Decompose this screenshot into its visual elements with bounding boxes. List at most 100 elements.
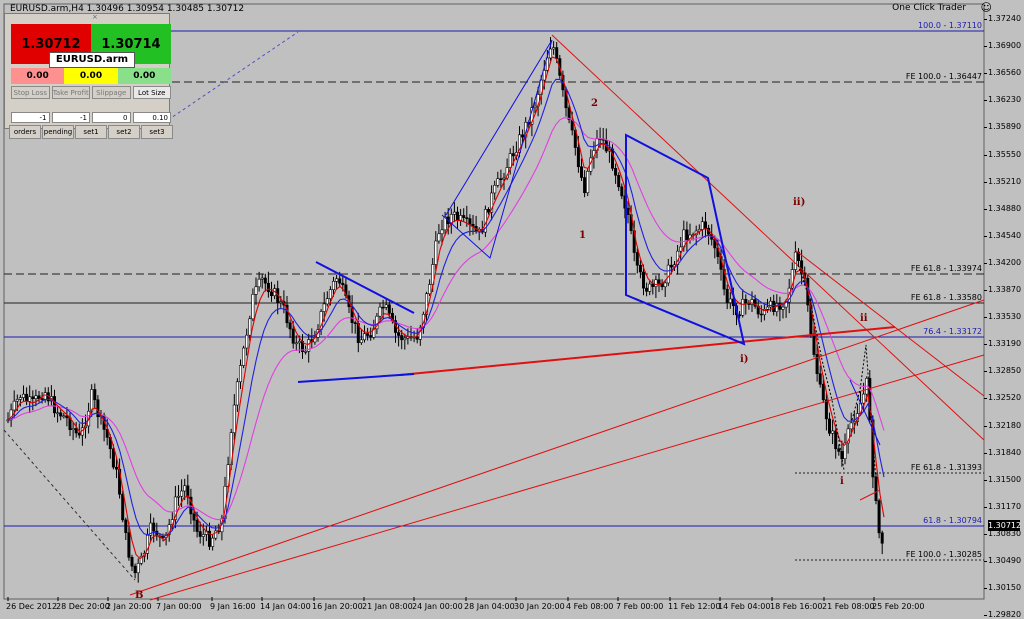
candle-body xyxy=(304,351,308,353)
time-tick-label: 28 Dec 20:00 xyxy=(56,602,110,611)
candle-body xyxy=(703,221,707,229)
candle-body xyxy=(579,166,583,178)
candle-body xyxy=(700,221,704,230)
candle-body xyxy=(353,322,357,324)
candle-body xyxy=(266,282,270,293)
slippage-button[interactable]: Slippage xyxy=(92,86,131,99)
candle-body xyxy=(359,339,363,343)
candle-body xyxy=(322,303,326,312)
candle-body xyxy=(793,251,797,270)
price-tick-label: 1.30150 xyxy=(983,583,1022,593)
symbol-lot-display: EURUSD.arm 0.2 xyxy=(49,52,135,79)
candle-body xyxy=(74,428,78,434)
candle-body xyxy=(136,563,140,574)
tab-pending[interactable]: pending xyxy=(42,125,74,139)
level-label: 100.0 - 1.37110 xyxy=(918,21,982,30)
price-tick-label: 1.35550 xyxy=(983,149,1022,159)
profit-total-value: 0.00 xyxy=(64,68,118,84)
take-profit-button[interactable]: Take Profit xyxy=(51,86,90,99)
candle-body xyxy=(198,531,202,537)
candle-body xyxy=(269,291,273,297)
current-price-tag: 1.30712 xyxy=(988,520,1022,531)
level-label: FE 61.8 - 1.33580 xyxy=(910,293,982,302)
candle-body xyxy=(617,174,621,188)
price-tick-label: 1.37240 xyxy=(983,14,1022,23)
candle-body xyxy=(245,334,249,349)
time-axis[interactable]: 26 Dec 2012 28 Dec 20:00 2 Jan 20:00 7 Jan … xyxy=(0,599,1024,616)
time-tick-label: 24 Jan 00:00 xyxy=(412,602,463,611)
tab-set3[interactable]: set3 xyxy=(141,125,173,139)
candle-body xyxy=(152,522,156,532)
candle-body xyxy=(462,215,466,218)
price-tick-label: 1.32520 xyxy=(983,393,1022,403)
candle-body xyxy=(71,428,75,431)
candle-body xyxy=(133,565,137,574)
candle-body xyxy=(180,490,184,497)
price-tick-label: 1.32850 xyxy=(983,366,1022,376)
candle-body xyxy=(15,399,19,402)
candle-body xyxy=(834,430,838,450)
slippage-input[interactable] xyxy=(92,112,131,123)
lot-size-button[interactable]: Lot Size xyxy=(132,86,171,99)
candle-body xyxy=(555,47,559,59)
candle-body xyxy=(115,466,119,470)
time-tick-label: 2 Jan 20:00 xyxy=(106,602,152,611)
time-tick-label: 30 Jan 20:00 xyxy=(514,602,565,611)
price-tick-label: 1.31840 xyxy=(983,447,1022,457)
panel-close-icon[interactable]: × xyxy=(92,13,98,21)
chart-window[interactable]: EURUSD.arm,H4 1.30496 1.30954 1.30485 1.… xyxy=(0,0,1024,619)
take-profit-input[interactable] xyxy=(51,112,90,123)
candle-body xyxy=(403,337,407,341)
lot-size-input[interactable] xyxy=(132,112,171,123)
candle-body xyxy=(121,493,125,521)
ma-mid-line xyxy=(7,78,885,537)
candle-body xyxy=(62,415,66,418)
candle-body xyxy=(648,283,652,292)
time-tick-label: 4 Feb 08:00 xyxy=(566,602,614,611)
price-tick-label: 1.33190 xyxy=(983,339,1022,349)
stop-loss-input[interactable] xyxy=(11,112,50,123)
time-tick-label: 14 Jan 04:00 xyxy=(260,602,311,611)
wave-label: i) xyxy=(740,354,749,365)
tab-orders[interactable]: orders xyxy=(9,125,41,139)
stop-loss-button[interactable]: Stop Loss xyxy=(11,86,50,99)
candle-body xyxy=(235,381,239,406)
candle-body xyxy=(486,209,490,213)
candle-body xyxy=(685,229,689,241)
tab-set1[interactable]: set1 xyxy=(75,125,107,139)
candle-body xyxy=(369,335,373,338)
candle-body xyxy=(34,395,38,399)
candle-body xyxy=(291,328,295,344)
wave-label: B xyxy=(135,590,144,601)
candle-body xyxy=(493,184,497,194)
candle-body xyxy=(877,500,881,534)
candle-body xyxy=(772,300,776,312)
time-tick-label: 7 Feb 00:00 xyxy=(616,602,664,611)
tab-set2[interactable]: set2 xyxy=(108,125,140,139)
candle-body xyxy=(440,229,444,235)
trendline-red xyxy=(129,299,985,596)
price-tick-label: 1.36230 xyxy=(983,95,1022,105)
candle-body xyxy=(201,534,205,537)
candle-body xyxy=(211,537,215,547)
candle-body xyxy=(232,404,236,433)
candle-body xyxy=(837,448,841,452)
candle-body xyxy=(294,342,298,345)
candle-body xyxy=(338,278,342,284)
candle-body xyxy=(626,207,630,215)
price-tick-label: 1.30490 xyxy=(983,556,1022,565)
candle-body xyxy=(831,430,835,434)
candle-body xyxy=(328,289,332,299)
time-tick-label: 26 Dec 2012 xyxy=(6,602,58,611)
candle-body xyxy=(192,513,196,521)
time-tick-label: 28 Jan 04:00 xyxy=(464,602,515,611)
price-tick-label: 1.31170 xyxy=(983,501,1022,511)
candle-body xyxy=(548,48,552,59)
price-axis[interactable]: 1.37240 1.36900 1.36560 1.36230 1.35890 1.355… xyxy=(983,0,1024,619)
price-tick-label: 1.31500 xyxy=(983,474,1022,484)
candle-body xyxy=(465,217,469,219)
candle-body xyxy=(325,298,329,305)
time-tick-label: 16 Jan 20:00 xyxy=(312,602,363,611)
price-tick-label: 1.35890 xyxy=(983,122,1022,132)
candle-body xyxy=(263,277,267,284)
